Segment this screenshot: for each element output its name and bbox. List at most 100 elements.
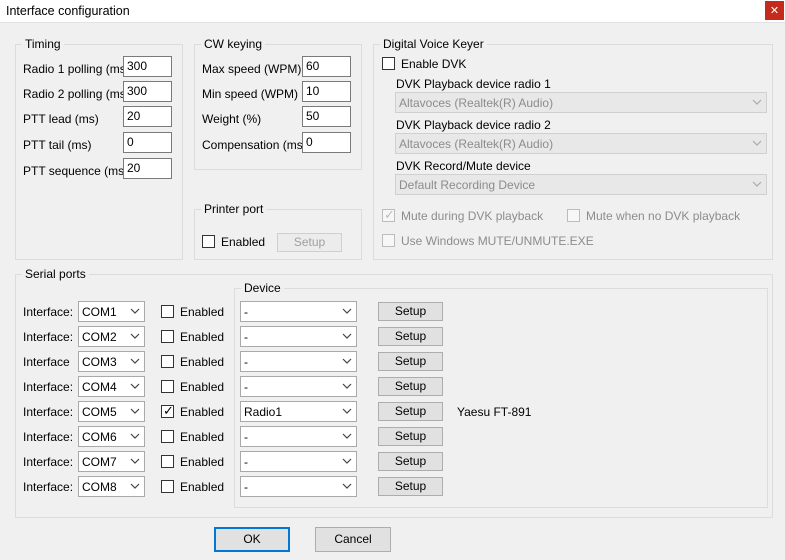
interface-label: Interface: — [23, 305, 74, 319]
serial-enabled-checkbox[interactable] — [161, 380, 174, 393]
serial-enabled-label: Enabled — [180, 305, 225, 319]
com-port-select[interactable]: COM4 — [78, 376, 145, 397]
serial-enabled-checkbox[interactable] — [161, 455, 174, 468]
device-select[interactable]: Radio1 — [240, 401, 357, 422]
timing-field-input[interactable]: 300 — [123, 56, 172, 77]
chevron-down-icon — [130, 483, 140, 489]
cw-keying-group-label: CW keying — [201, 37, 266, 51]
serial-ports-group-label: Serial ports — [22, 267, 89, 281]
dvk-record-select[interactable]: Default Recording Device — [395, 174, 767, 195]
serial-setup-button[interactable]: Setup — [378, 452, 443, 471]
serial-setup-button[interactable]: Setup — [378, 377, 443, 396]
cw-field-input[interactable]: 10 — [302, 81, 351, 102]
serial-setup-button[interactable]: Setup — [378, 427, 443, 446]
serial-setup-button[interactable]: Setup — [378, 327, 443, 346]
cw-field-label: Compensation (ms) — [202, 138, 307, 152]
device-value: - — [244, 455, 248, 469]
chevron-down-icon — [130, 333, 140, 339]
com-port-select[interactable]: COM3 — [78, 351, 145, 372]
mute-during-dvk-checkbox[interactable]: ✓ — [382, 208, 395, 223]
cw-field-label: Max speed (WPM) — [202, 62, 302, 76]
interface-label: Interface: — [23, 455, 74, 469]
cw-field-input[interactable]: 0 — [302, 132, 351, 153]
device-select[interactable]: - — [240, 426, 357, 447]
com-port-select[interactable]: COM8 — [78, 476, 145, 497]
device-select[interactable]: - — [240, 476, 357, 497]
dvk-record-value: Default Recording Device — [399, 178, 536, 192]
chevron-down-icon — [342, 433, 352, 439]
dvk-playback2-select[interactable]: Altavoces (Realtek(R) Audio) — [395, 133, 767, 154]
serial-setup-button[interactable]: Setup — [378, 352, 443, 371]
chevron-down-icon — [342, 383, 352, 389]
dvk-playback2-label: DVK Playback device radio 2 — [396, 118, 551, 132]
com-port-select[interactable]: COM5 — [78, 401, 145, 422]
serial-enabled-checkbox[interactable] — [161, 430, 174, 443]
device-value: - — [244, 355, 248, 369]
serial-enabled-checkbox[interactable] — [161, 480, 174, 493]
dvk-group-label: Digital Voice Keyer — [380, 37, 487, 51]
interface-label: Interface: — [23, 330, 74, 344]
timing-field-input[interactable]: 0 — [123, 132, 172, 153]
device-select[interactable]: - — [240, 376, 357, 397]
timing-group-label: Timing — [22, 37, 64, 51]
serial-enabled-label: Enabled — [180, 355, 225, 369]
cancel-button[interactable]: Cancel — [315, 527, 391, 552]
interface-label: Interface: — [23, 380, 74, 394]
device-select[interactable]: - — [240, 451, 357, 472]
chevron-down-icon — [342, 333, 352, 339]
serial-enabled-checkbox[interactable] — [161, 305, 174, 318]
printer-setup-button[interactable]: Setup — [277, 233, 342, 252]
com-port-select[interactable]: COM2 — [78, 326, 145, 347]
ok-button[interactable]: OK — [214, 527, 290, 552]
serial-enabled-label: Enabled — [180, 480, 225, 494]
timing-field-label: PTT tail (ms) — [23, 138, 92, 152]
device-select[interactable]: - — [240, 351, 357, 372]
cw-field-input[interactable]: 60 — [302, 56, 351, 77]
close-button[interactable]: ✕ — [765, 1, 784, 20]
timing-field-input[interactable]: 20 — [123, 106, 172, 127]
enable-dvk-checkbox[interactable] — [382, 57, 395, 70]
use-windows-mute-checkbox[interactable] — [382, 234, 395, 247]
device-select[interactable]: - — [240, 301, 357, 322]
dvk-playback2-value: Altavoces (Realtek(R) Audio) — [399, 137, 554, 151]
mute-when-no-dvk-checkbox[interactable] — [567, 209, 580, 222]
device-value: - — [244, 430, 248, 444]
com-port-select[interactable]: COM6 — [78, 426, 145, 447]
chevron-down-icon — [342, 308, 352, 314]
serial-enabled-checkbox[interactable] — [161, 330, 174, 343]
printer-enabled-checkbox[interactable] — [202, 235, 215, 248]
chevron-down-icon — [130, 433, 140, 439]
com-port-value: COM5 — [82, 405, 117, 419]
serial-enabled-label: Enabled — [180, 405, 225, 419]
timing-field-input[interactable]: 20 — [123, 158, 172, 179]
chevron-down-icon — [342, 483, 352, 489]
serial-enabled-checkbox[interactable] — [161, 355, 174, 368]
cw-field-label: Weight (%) — [202, 112, 262, 126]
serial-setup-button[interactable]: Setup — [378, 477, 443, 496]
mute-when-no-dvk-label: Mute when no DVK playback — [586, 209, 741, 223]
chevron-down-icon — [130, 358, 140, 364]
timing-field-label: Radio 2 polling (ms) — [23, 87, 130, 101]
cw-field-input[interactable]: 50 — [302, 106, 351, 127]
close-icon: ✕ — [769, 4, 780, 17]
dvk-record-label: DVK Record/Mute device — [396, 159, 531, 173]
device-value: Radio1 — [244, 405, 283, 419]
serial-enabled-checkbox[interactable]: ✓ — [161, 404, 174, 419]
serial-setup-button[interactable]: Setup — [378, 402, 443, 421]
device-select[interactable]: - — [240, 326, 357, 347]
chevron-down-icon — [342, 458, 352, 464]
com-port-select[interactable]: COM7 — [78, 451, 145, 472]
serial-enabled-label: Enabled — [180, 455, 225, 469]
window-title: Interface configuration — [6, 4, 130, 18]
mute-during-dvk-label: Mute during DVK playback — [401, 209, 544, 223]
title-bar: Interface configuration ✕ — [0, 0, 785, 23]
timing-field-label: PTT sequence (ms) — [23, 164, 129, 178]
serial-setup-button[interactable]: Setup — [378, 302, 443, 321]
device-value: - — [244, 305, 248, 319]
dvk-playback1-select[interactable]: Altavoces (Realtek(R) Audio) — [395, 92, 767, 113]
chevron-down-icon — [342, 408, 352, 414]
chevron-down-icon — [752, 140, 762, 146]
timing-field-input[interactable]: 300 — [123, 81, 172, 102]
chevron-down-icon — [130, 308, 140, 314]
com-port-select[interactable]: COM1 — [78, 301, 145, 322]
